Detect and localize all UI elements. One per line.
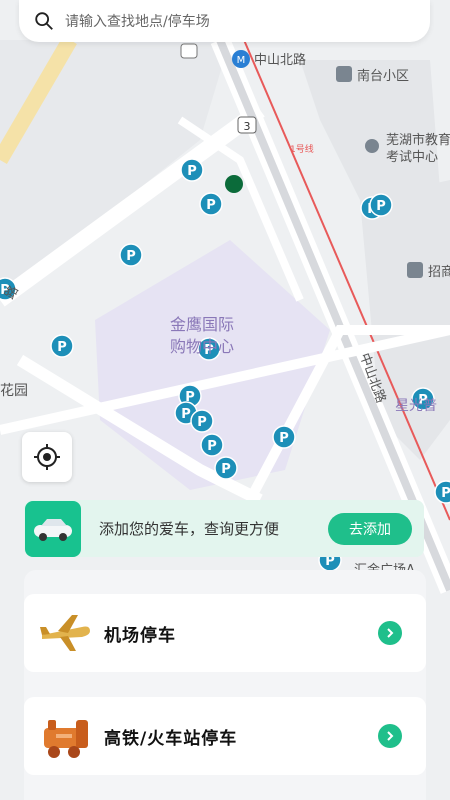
map-label-garden: 花园 bbox=[0, 383, 28, 399]
svg-text:M: M bbox=[237, 55, 246, 66]
svg-text:P: P bbox=[441, 486, 450, 501]
map-label-mall-1: 金鹰国际 bbox=[170, 315, 234, 334]
building-icon bbox=[407, 262, 423, 278]
search-icon bbox=[35, 12, 53, 30]
chevron-right-icon[interactable] bbox=[378, 724, 402, 748]
car-icon bbox=[25, 500, 81, 557]
svg-text:P: P bbox=[376, 199, 386, 214]
road-badge-icon bbox=[180, 43, 198, 59]
parking-pin-icon[interactable]: P bbox=[190, 409, 214, 433]
starbucks-icon bbox=[225, 175, 243, 193]
map-label-wuhu-edu-1: 芜湖市教育 bbox=[386, 132, 450, 148]
metro-station-icon: M bbox=[232, 50, 250, 68]
map-label-mall-2: 购物中心 bbox=[170, 337, 234, 356]
airport-parking-card[interactable]: 机场停车 bbox=[24, 594, 426, 672]
parking-pin-icon[interactable]: P bbox=[50, 334, 74, 358]
airplane-icon bbox=[40, 615, 90, 651]
svg-text:P: P bbox=[57, 340, 67, 355]
map-label-wuhu-edu-2: 考试中心 bbox=[386, 150, 438, 165]
svg-text:P: P bbox=[279, 431, 289, 446]
bottom-sheet: 机场停车 高铁/火车站停车 bbox=[24, 570, 426, 800]
banner-text: 添加您的爱车，查询更方便 bbox=[99, 520, 280, 538]
parking-pin-icon[interactable]: P bbox=[434, 480, 450, 504]
map-label-zhao: 招商 bbox=[428, 265, 450, 280]
svg-text:P: P bbox=[197, 415, 207, 430]
route-3-label: 3 bbox=[244, 120, 251, 133]
train-station-parking-card[interactable]: 高铁/火车站停车 bbox=[24, 697, 426, 775]
train-icon bbox=[44, 720, 88, 758]
search-input[interactable]: 请输入查找地点/停车场 bbox=[65, 11, 210, 31]
parking-pin-icon[interactable]: P bbox=[200, 433, 224, 457]
parking-pin-icon[interactable]: P bbox=[272, 425, 296, 449]
locate-button[interactable] bbox=[22, 432, 72, 482]
train-station-parking-label: 高铁/火车站停车 bbox=[104, 728, 238, 749]
map-label-zhongshan-top: 中山北路 bbox=[254, 52, 306, 68]
svg-text:P: P bbox=[207, 439, 217, 454]
airport-parking-label: 机场停车 bbox=[104, 625, 176, 646]
add-car-button[interactable]: 去添加 bbox=[328, 512, 412, 545]
parking-pin-icon[interactable]: P bbox=[199, 192, 223, 216]
svg-text:P: P bbox=[206, 198, 216, 213]
search-bar[interactable]: 请输入查找地点/停车场 bbox=[19, 0, 430, 42]
chevron-right-icon[interactable] bbox=[378, 621, 402, 645]
parking-pin-icon[interactable]: P bbox=[119, 243, 143, 267]
parking-pin-icon[interactable]: P bbox=[214, 456, 238, 480]
parking-pin-icon[interactable]: P bbox=[369, 193, 393, 217]
location-pin-icon bbox=[365, 139, 379, 153]
metro-line-label: 1号线 bbox=[290, 143, 314, 155]
residential-icon bbox=[336, 66, 352, 82]
add-car-banner[interactable]: 添加您的爱车，查询更方便 去添加 bbox=[24, 500, 424, 557]
parking-pin-icon[interactable]: P bbox=[180, 158, 204, 182]
svg-text:P: P bbox=[126, 249, 136, 264]
svg-text:P: P bbox=[181, 407, 191, 422]
svg-text:P: P bbox=[187, 164, 197, 179]
crosshair-icon bbox=[34, 444, 60, 470]
svg-text:P: P bbox=[221, 462, 231, 477]
map-label-nantai: 南台小区 bbox=[357, 68, 409, 84]
map-label-star: 星光普 bbox=[395, 398, 437, 414]
